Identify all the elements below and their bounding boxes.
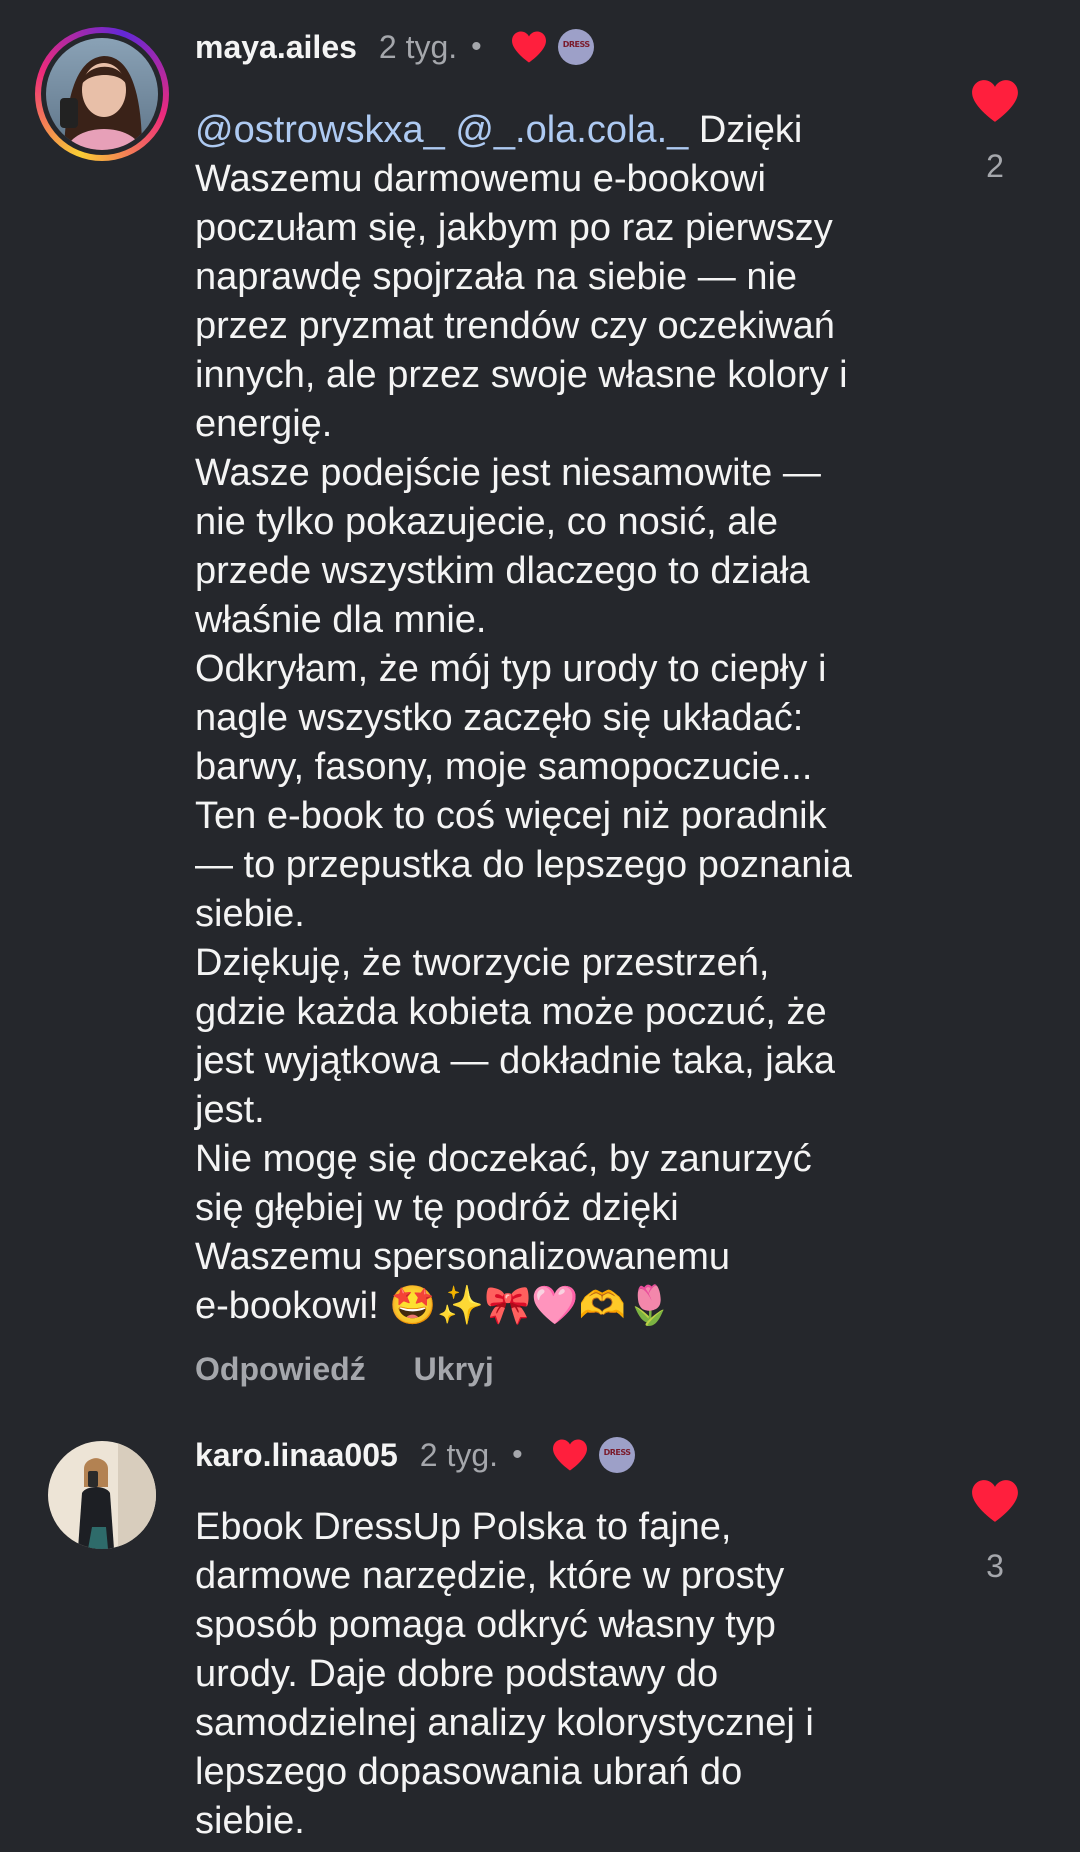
timestamp: 2 tyg. [378, 28, 458, 65]
avatar[interactable] [48, 1441, 156, 1549]
avatar-story-ring[interactable] [35, 27, 169, 161]
like-count: 2 [986, 148, 1004, 184]
hide-button[interactable]: Ukryj [414, 1351, 494, 1388]
username[interactable]: karo.linaa005 [195, 1437, 398, 1474]
comments-feed: maya.ailes 2 tyg. • DRESS @ostrowskxa_ @… [0, 0, 1080, 1852]
like-count: 3 [986, 1548, 1004, 1584]
heart-filled-icon [552, 1439, 587, 1471]
separator-dot: • [471, 30, 482, 63]
creator-avatar-badge: DRESS [557, 29, 594, 65]
heart-filled-icon[interactable] [970, 1478, 1020, 1524]
separator-dot: • [512, 1438, 523, 1471]
like-column: 2 [960, 78, 1030, 185]
mention-link[interactable]: @ostrowskxa_ @_.ola.cola._ [195, 109, 688, 151]
timestamp: 2 tyg. [419, 1436, 499, 1473]
avatar [46, 38, 158, 150]
heart-filled-icon[interactable] [970, 78, 1020, 124]
username[interactable]: maya.ailes [195, 29, 357, 66]
comment-header: karo.linaa005 2 tyg. • DRESS [195, 1430, 635, 1480]
comment-text: @ostrowskxa_ @_.ola.cola._ Dzięki Waszem… [195, 109, 852, 1327]
comment-header: maya.ailes 2 tyg. • DRESS [195, 22, 594, 72]
creator-avatar-badge: DRESS [598, 1437, 635, 1473]
comment-text: Ebook DressUp Polska to fajne, darmowe n… [195, 1506, 814, 1842]
comment-actions: Odpowiedź Ukryj [195, 1351, 542, 1388]
heart-filled-icon [511, 31, 546, 63]
reply-button[interactable]: Odpowiedź [195, 1351, 366, 1388]
like-column: 3 [960, 1478, 1030, 1585]
